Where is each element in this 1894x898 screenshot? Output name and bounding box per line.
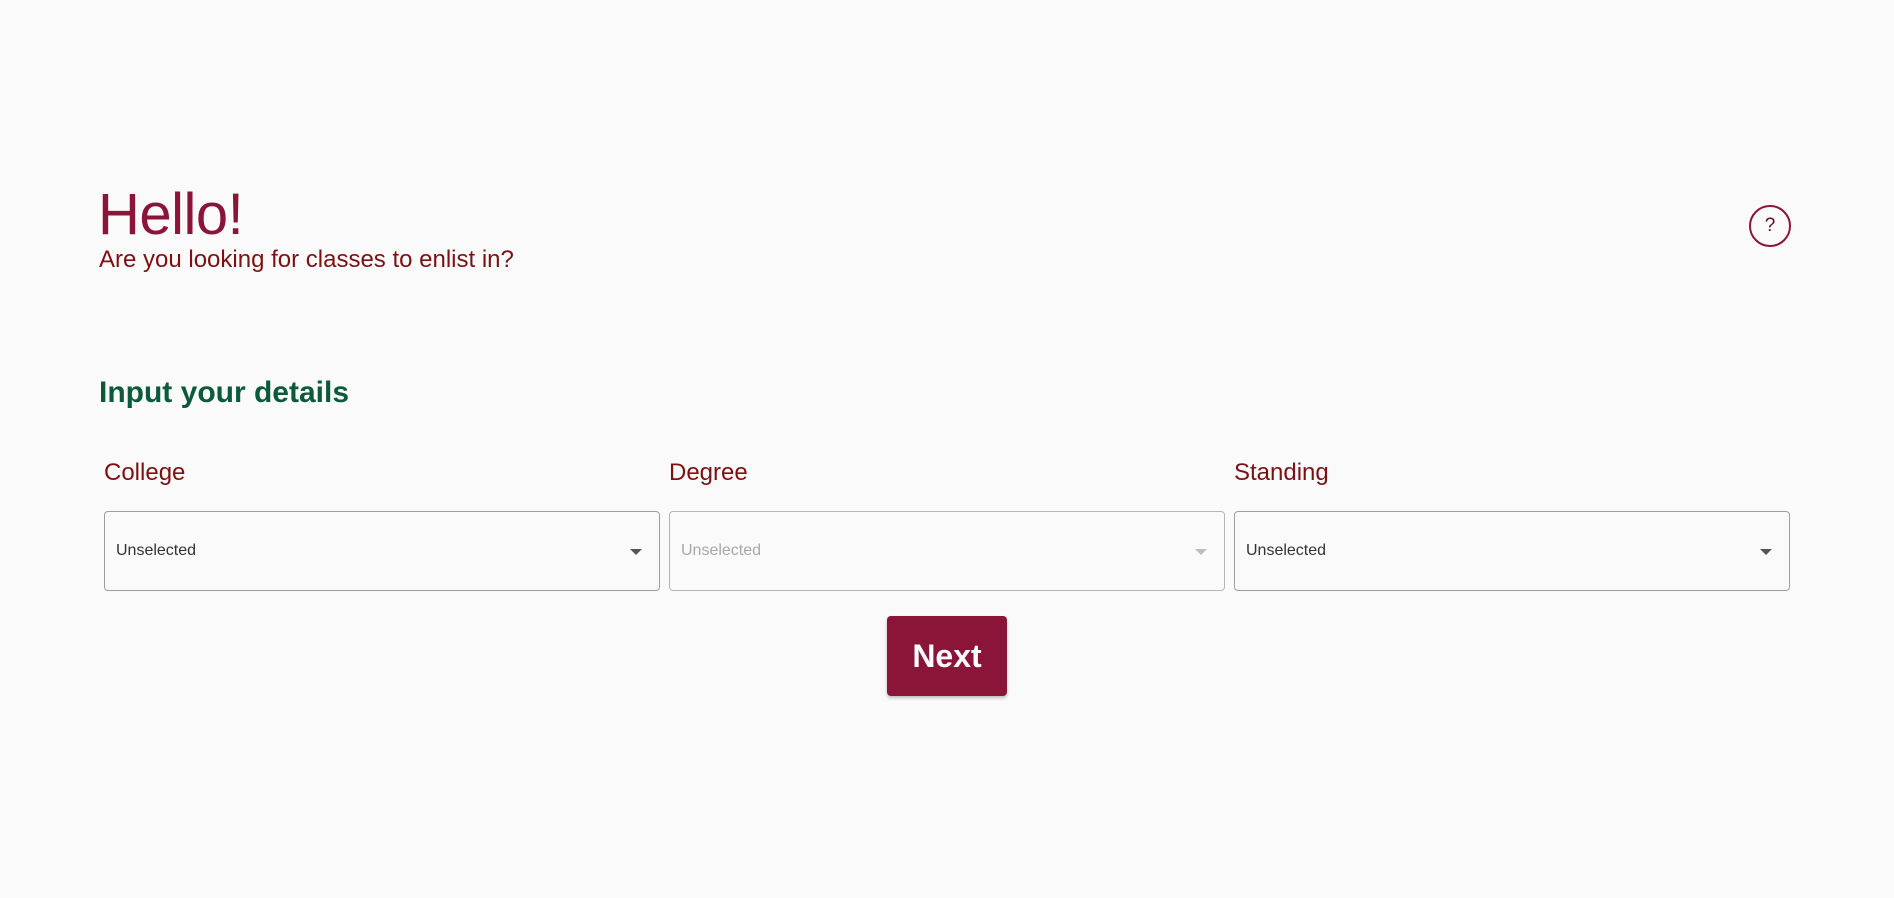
college-select-value: Unselected bbox=[116, 542, 197, 559]
degree-select: Unselected bbox=[669, 511, 1225, 591]
page: Hello! Are you looking for classes to en… bbox=[0, 0, 1894, 898]
next-button[interactable]: Next bbox=[887, 616, 1007, 696]
degree-label: Degree bbox=[669, 459, 748, 486]
standing-label: Standing bbox=[1234, 459, 1329, 486]
college-label: College bbox=[104, 459, 186, 486]
greeting-subtitle: Are you looking for classes to enlist in… bbox=[99, 246, 514, 273]
question-mark-icon: ? bbox=[1764, 215, 1776, 236]
help-button[interactable]: ? bbox=[1749, 205, 1791, 247]
chevron-down-icon bbox=[1195, 549, 1207, 555]
chevron-down-icon bbox=[630, 549, 642, 555]
section-title: Input your details bbox=[99, 376, 350, 409]
college-select[interactable]: Unselected bbox=[104, 511, 660, 591]
chevron-down-icon bbox=[1760, 549, 1772, 555]
greeting-title: Hello! bbox=[98, 182, 244, 247]
standing-select-value: Unselected bbox=[1246, 542, 1327, 559]
standing-select[interactable]: Unselected bbox=[1234, 511, 1790, 591]
degree-select-value: Unselected bbox=[681, 542, 762, 559]
